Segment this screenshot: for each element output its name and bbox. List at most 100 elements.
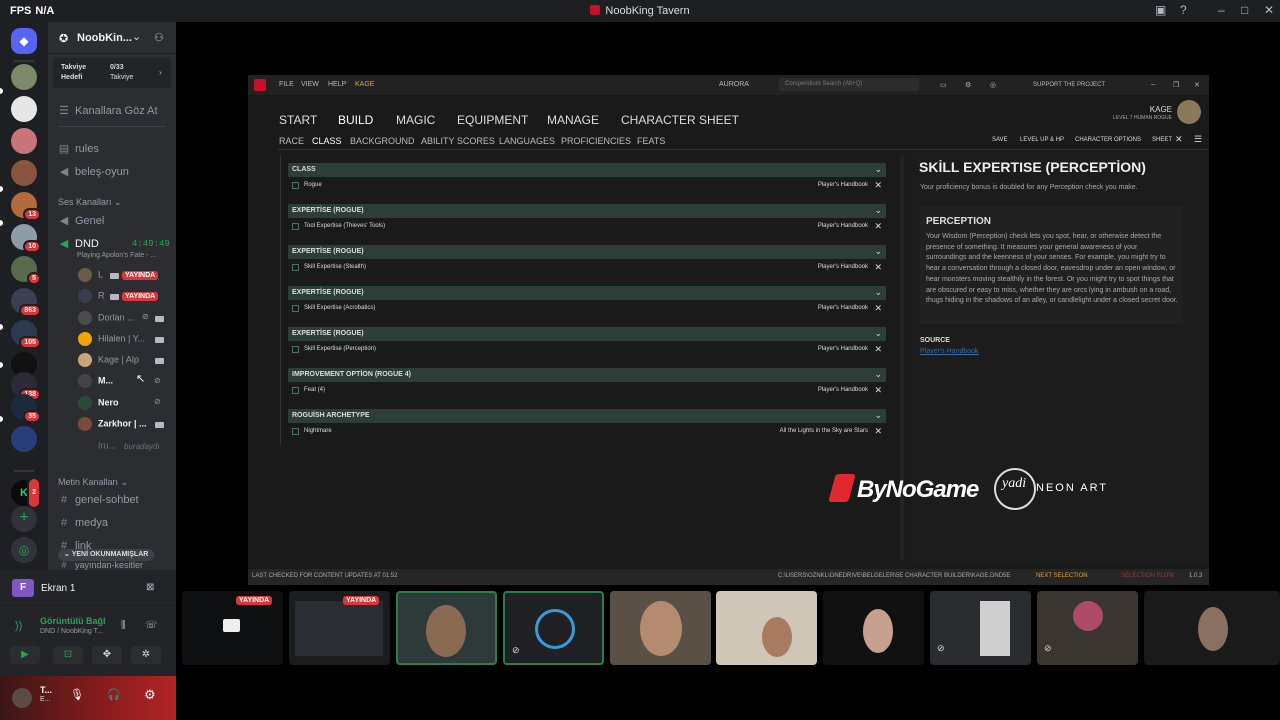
compendium-search[interactable]: Compendium Search (Alt+Q)	[779, 78, 919, 91]
server-icon[interactable]: 5	[11, 256, 41, 285]
window-mode-icon[interactable]: ▭	[940, 81, 947, 89]
server-icon[interactable]: 105	[11, 320, 41, 349]
subnav-proficiencies[interactable]: PROFICIENCIES	[561, 136, 631, 146]
voice-channel-dnd[interactable]: ◀ DND	[58, 237, 99, 250]
remove-icon[interactable]: ✕	[874, 303, 882, 314]
section-header[interactable]: CLASS ⌄	[288, 163, 886, 177]
selection-row[interactable]: Skill Expertise (Perception) Player's Han…	[288, 343, 886, 357]
server-icon[interactable]: 863	[11, 288, 41, 317]
video-tile[interactable]	[1144, 591, 1280, 665]
menu-file[interactable]: FILE	[279, 81, 294, 88]
save-button[interactable]: SAVE	[992, 137, 1008, 143]
help-icon[interactable]: ?	[1180, 3, 1187, 17]
section-header[interactable]: EXPERTİSE (ROGUE) ⌄	[288, 286, 886, 300]
voice-user[interactable]: Nero	[78, 396, 218, 414]
channel-medya[interactable]: # medya	[58, 517, 108, 529]
disconnect-icon[interactable]: ☏	[145, 620, 158, 631]
video-tile[interactable]	[823, 591, 924, 665]
nav-character-sheet[interactable]: CHARACTER SHEET	[621, 113, 739, 127]
voice-user[interactable]: Zarkhor | ...	[78, 417, 218, 435]
hamburger-menu-icon[interactable]: ☰	[1194, 134, 1202, 145]
voice-user[interactable]: Kage | Alp	[78, 353, 218, 371]
microphone-icon[interactable]: 🎙	[70, 688, 84, 701]
category-text[interactable]: Metin Kanalları ⌄	[58, 477, 128, 488]
video-tile[interactable]	[716, 591, 817, 665]
character-portrait[interactable]	[1177, 100, 1201, 124]
level-up-button[interactable]: LEVEL UP & HP	[1020, 137, 1064, 143]
remove-icon[interactable]: ✕	[874, 344, 882, 355]
server-icon[interactable]	[11, 426, 37, 452]
invite-icon[interactable]: ⚇	[154, 31, 164, 44]
section-header[interactable]: IMPROVEMENT OPTİON (ROGUE 4) ⌄	[288, 368, 886, 382]
subnav-class[interactable]: CLASS	[312, 136, 342, 146]
avatar[interactable]	[12, 688, 32, 708]
selection-flow-button[interactable]: SELECTION FLOW	[1121, 573, 1174, 579]
channel-genel-sohbet[interactable]: # genel-sohbet	[58, 494, 139, 506]
video-tile[interactable]: ⊘	[1037, 591, 1138, 665]
character-options-button[interactable]: CHARACTER OPTIONS	[1075, 137, 1141, 143]
section-header[interactable]: EXPERTİSE (ROGUE) ⌄	[288, 327, 886, 341]
screen-share-button[interactable]: ⊡	[53, 646, 83, 664]
app-close-icon[interactable]: ✕	[1194, 81, 1200, 89]
server-icon[interactable]: 35	[11, 394, 41, 423]
soundboard-button[interactable]: ✲	[131, 646, 161, 664]
source-link[interactable]: Player's Handbook	[920, 348, 979, 355]
camera-button[interactable]: ▶	[10, 646, 40, 664]
nav-manage[interactable]: MANAGE	[547, 113, 599, 127]
voice-user[interactable]: Hilalen | Y...	[78, 332, 218, 350]
settings-gear-icon[interactable]: ⚙	[144, 687, 156, 703]
nav-start[interactable]: START	[279, 113, 317, 127]
subnav-race[interactable]: RACE	[279, 136, 304, 146]
server-icon[interactable]	[11, 96, 37, 122]
kick-server-icon[interactable]: K2	[11, 477, 41, 509]
remove-icon[interactable]: ✕	[874, 426, 882, 437]
subnav-languages[interactable]: LANGUAGES	[499, 136, 555, 146]
server-icon[interactable]: 13	[11, 192, 41, 221]
headphones-icon[interactable]: 🎧	[107, 688, 121, 701]
support-link[interactable]: SUPPORT THE PROJECT	[1033, 82, 1105, 88]
stop-stream-icon[interactable]: ⊠	[146, 582, 154, 593]
sheet-button[interactable]: SHEET	[1152, 137, 1172, 143]
server-icon[interactable]	[11, 64, 37, 90]
section-header[interactable]: ROGUİSH ARCHETYPE ⌄	[288, 409, 886, 423]
next-selection-button[interactable]: NEXT SELECTION	[1036, 573, 1088, 579]
maximize-icon[interactable]: □	[1241, 3, 1248, 17]
activities-button[interactable]: ✥	[92, 646, 122, 664]
stream-tile[interactable]: YAYINDA	[182, 591, 283, 665]
voice-user[interactable]: M...	[78, 374, 218, 392]
server-icon[interactable]	[11, 128, 37, 154]
stream-tile[interactable]: YAYINDA	[289, 591, 390, 665]
video-tile[interactable]	[396, 591, 497, 665]
selection-row[interactable]: Nightmare All the Lights in the Sky are S…	[288, 425, 886, 439]
channel-rules[interactable]: ▤ rules	[58, 142, 99, 155]
unread-pill[interactable]: ⌄ YENİ OKUNMAMIŞLAR	[58, 549, 155, 561]
voice-channel-genel[interactable]: ◀ Genel	[58, 214, 105, 227]
selection-row[interactable]: Skill Expertise (Acrobatics) Player's Han…	[288, 302, 886, 316]
remove-icon[interactable]: ✕	[874, 221, 882, 232]
channel-kesitler[interactable]: # yayından-kesitler	[58, 560, 143, 570]
settings-icon[interactable]: ⚙	[965, 81, 971, 89]
server-icon[interactable]: 10	[11, 224, 41, 253]
selection-row[interactable]: Tool Expertise (Thieves' Tools) Player's …	[288, 220, 886, 234]
noise-suppression-icon[interactable]: ⫼	[121, 620, 126, 631]
inbox-icon[interactable]: ▣	[1155, 3, 1166, 17]
nav-magic[interactable]: MAGIC	[396, 113, 435, 127]
close-tab-icon[interactable]: ✕	[1175, 134, 1183, 145]
add-server-icon[interactable]: +	[11, 506, 37, 532]
selection-row[interactable]: Rogue Player's Handbook ✕	[288, 179, 886, 193]
discord-home-icon[interactable]: ◆	[11, 28, 37, 54]
menu-kage[interactable]: KAGE	[355, 81, 374, 88]
menu-view[interactable]: VIEW	[301, 81, 319, 88]
remove-icon[interactable]: ✕	[874, 385, 882, 396]
category-voice[interactable]: Ses Kanalları ⌄	[58, 197, 122, 208]
channel-beles-oyun[interactable]: ◀ beleş-oyun	[58, 165, 129, 178]
nav-build[interactable]: BUILD	[338, 113, 373, 127]
video-tile[interactable]: ⊘	[503, 591, 604, 665]
subnav-ability-scores[interactable]: ABILITY SCORES	[421, 136, 495, 146]
nav-equipment[interactable]: EQUIPMENT	[457, 113, 528, 127]
boost-goal[interactable]: Takviye Hedefi 0/33 Takviye ›	[53, 58, 171, 88]
app-restore-icon[interactable]: ❐	[1173, 81, 1179, 89]
subnav-feats[interactable]: FEATS	[637, 136, 665, 146]
app-minimize-icon[interactable]: –	[1151, 81, 1155, 88]
section-header[interactable]: EXPERTİSE (ROGUE) ⌄	[288, 245, 886, 259]
